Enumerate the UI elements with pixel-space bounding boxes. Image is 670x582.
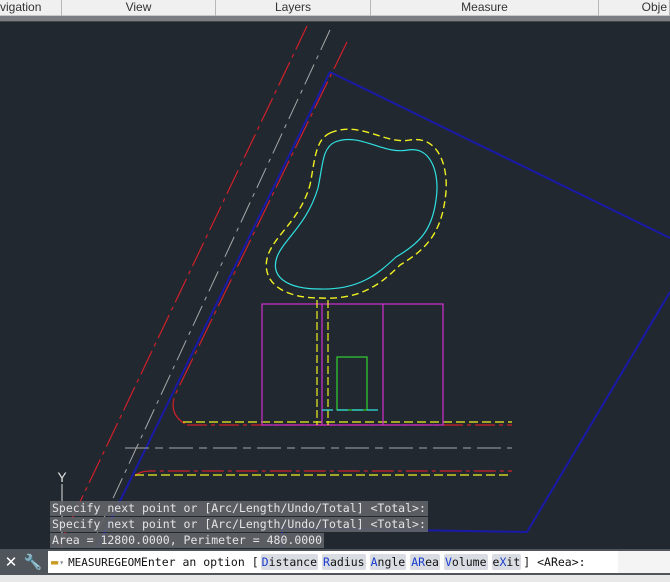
option-angle[interactable]: Angle xyxy=(369,554,407,570)
option-radius[interactable]: Radius xyxy=(322,554,366,570)
panel-layers[interactable]: Layers xyxy=(216,0,371,16)
command-input[interactable]: ▬ ▾ MEASUREGEOM Enter an option [Distance R… xyxy=(48,551,618,573)
command-line: ✕ 🔧 ▬ ▾ MEASUREGEOM Enter an option [Dista… xyxy=(0,549,670,575)
site-boundary xyxy=(329,71,670,239)
history-line: Specify next point or [Arc/Length/Undo/T… xyxy=(50,517,428,532)
close-icon[interactable]: ✕ xyxy=(0,550,22,574)
panel-view[interactable]: View xyxy=(62,0,216,16)
site-boundary-left xyxy=(96,71,331,548)
green-rectangle xyxy=(336,356,368,411)
road-edge-red-right xyxy=(172,41,348,426)
option-area[interactable]: ARea xyxy=(410,554,440,570)
command-prompt: Enter an option [ xyxy=(140,555,259,569)
command-input-tail[interactable] xyxy=(618,551,670,573)
panel-measure[interactable]: Measure xyxy=(371,0,599,16)
ribbon-panel-bar: vigation View Layers Measure Obje xyxy=(0,0,670,16)
pond xyxy=(274,138,438,290)
ucs-y-label: Y xyxy=(57,469,67,485)
history-line: Area = 12800.0000, Perimeter = 480.0000 xyxy=(50,533,325,548)
option-distance[interactable]: Distance xyxy=(260,554,319,570)
panel-objects[interactable]: Obje xyxy=(599,0,670,16)
dropdown-icon[interactable]: ▾ xyxy=(59,558,64,567)
ruler-icon[interactable]: ▬ xyxy=(51,555,58,569)
pond-offset xyxy=(265,128,447,299)
building-outline xyxy=(261,303,444,426)
panel-navigation[interactable]: vigation xyxy=(0,0,62,16)
command-name: MEASUREGEOM xyxy=(68,555,141,569)
command-history: Specify next point or [Arc/Length/Undo/T… xyxy=(50,501,428,549)
road-edge-red-left xyxy=(57,25,308,548)
command-suffix: ] <ARea>: xyxy=(523,555,586,569)
option-exit[interactable]: eXit xyxy=(491,554,522,570)
drawing-canvas[interactable]: Y xyxy=(0,22,670,548)
option-volume[interactable]: Volume xyxy=(443,554,488,570)
wrench-icon[interactable]: 🔧 xyxy=(22,550,44,574)
history-line: Specify next point or [Arc/Length/Undo/T… xyxy=(50,501,428,516)
status-strip xyxy=(0,575,670,582)
road-centerline-diagonal xyxy=(89,29,331,548)
